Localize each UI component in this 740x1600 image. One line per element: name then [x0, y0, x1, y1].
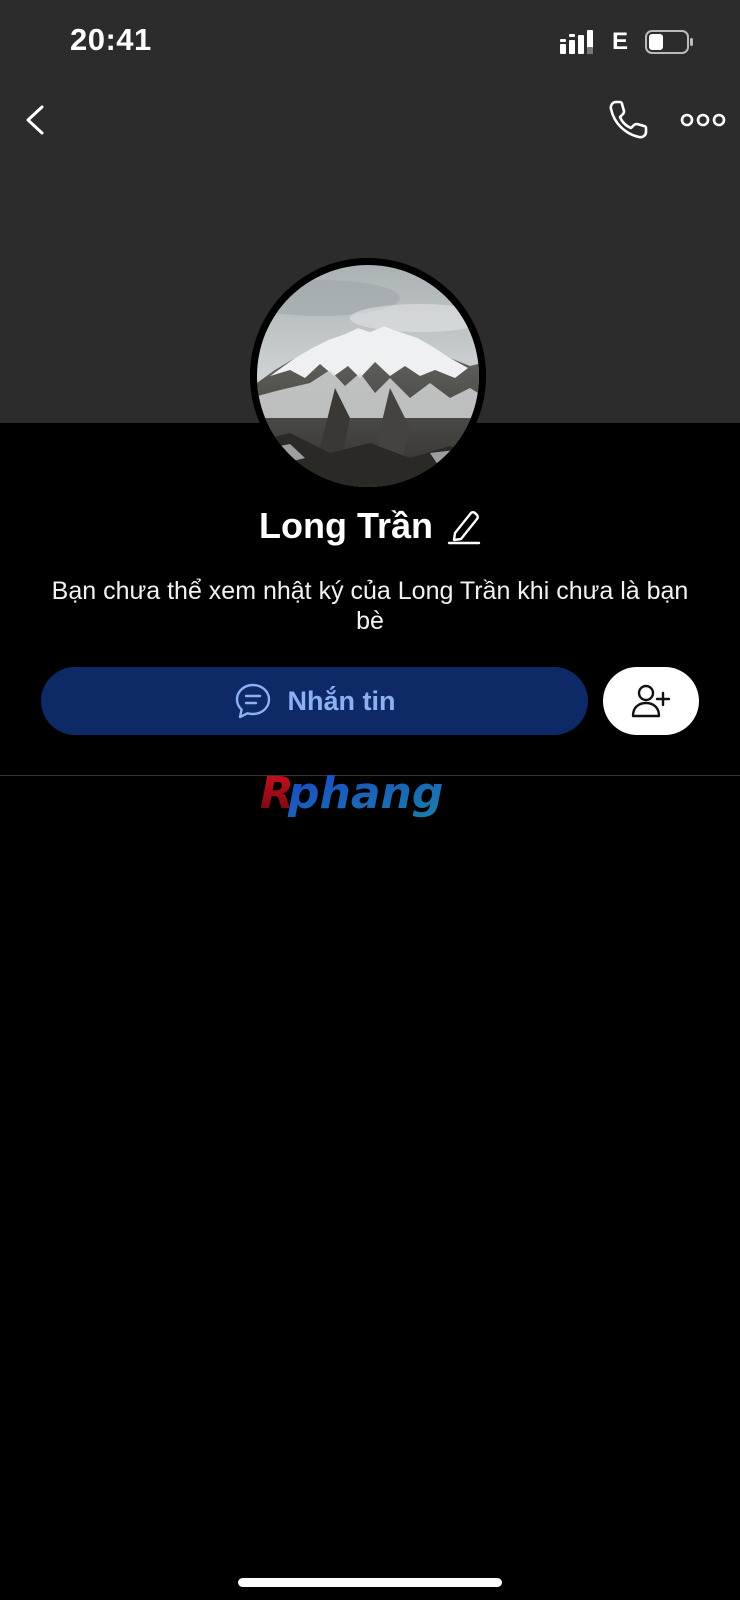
profile-screen: 20:41 E Long Trần Bạn chưa thể xem nhật …: [0, 0, 740, 1600]
status-time: 20:41: [70, 22, 152, 57]
add-friend-button[interactable]: [603, 667, 699, 735]
watermark-logo: R phang: [260, 768, 443, 819]
profile-name: Long Trần: [259, 505, 433, 546]
home-indicator[interactable]: [238, 1578, 502, 1587]
message-button[interactable]: Nhắn tin: [41, 667, 588, 735]
pencil-icon[interactable]: [447, 507, 481, 545]
phone-icon[interactable]: [604, 96, 652, 144]
network-type: E: [612, 28, 629, 55]
message-label: Nhắn tin: [287, 685, 396, 716]
more-dots-icon[interactable]: [678, 100, 728, 140]
avatar[interactable]: [250, 258, 486, 494]
battery-icon: [645, 30, 693, 54]
chevron-left-icon[interactable]: [14, 95, 58, 145]
name-row: Long Trần: [0, 505, 740, 561]
add-friend-icon: [631, 684, 671, 718]
signal-bars-icon: [560, 30, 593, 54]
privacy-notice: Bạn chưa thể xem nhật ký của Long Trần k…: [51, 577, 689, 635]
watermark-letters: phang: [287, 768, 443, 819]
chat-bubble-icon: [235, 683, 270, 719]
